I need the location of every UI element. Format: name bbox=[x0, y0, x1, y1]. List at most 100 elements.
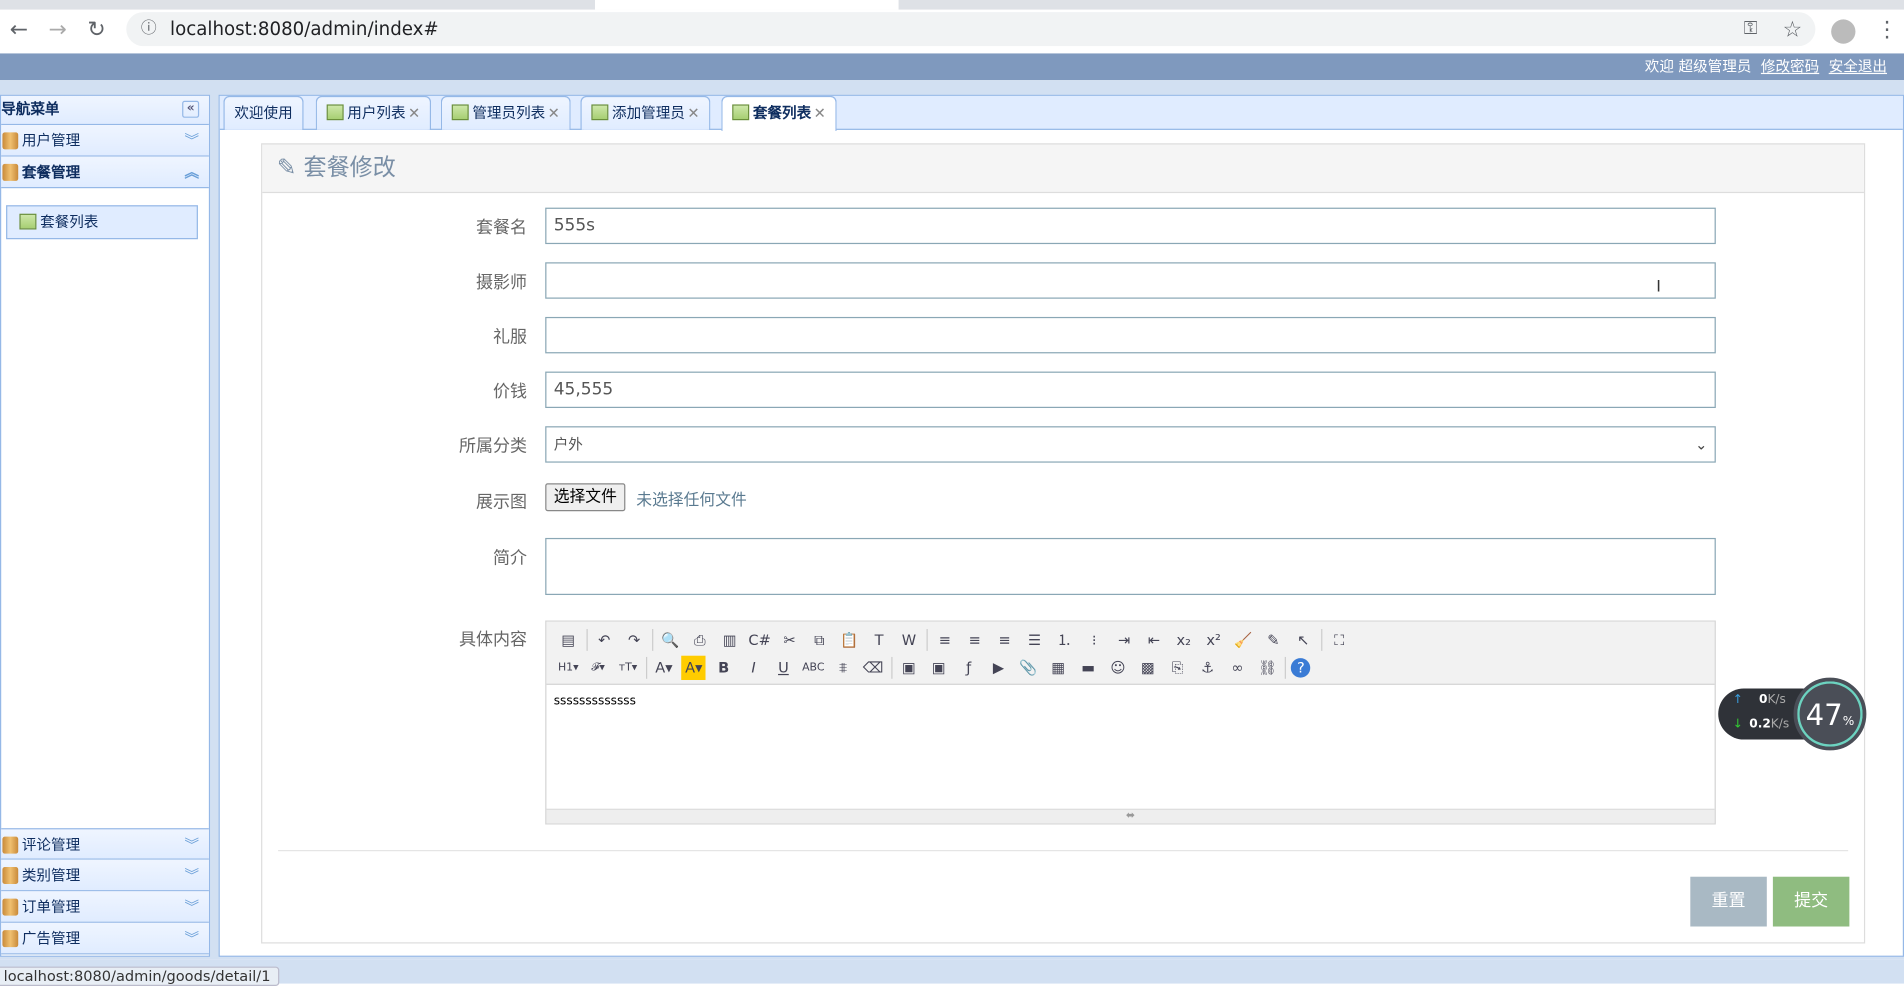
font-family-icon[interactable]: 𝓕▾ bbox=[586, 655, 610, 679]
select-icon[interactable]: ↖ bbox=[1291, 627, 1315, 651]
logout-link[interactable]: 安全退出 bbox=[1829, 58, 1887, 75]
unlink-icon[interactable]: ⛓ bbox=[1255, 655, 1279, 679]
align-left-icon[interactable]: ≡ bbox=[933, 627, 957, 651]
resize-handle[interactable]: ⬌ bbox=[546, 808, 1715, 824]
forward-icon[interactable]: → bbox=[49, 17, 67, 43]
sidebar-group-order[interactable]: 订单管理 ︾ bbox=[1, 891, 209, 923]
underline-icon[interactable]: U bbox=[771, 655, 795, 679]
reload-icon[interactable]: ↻ bbox=[87, 17, 105, 43]
redo-icon[interactable]: ↷ bbox=[622, 627, 646, 651]
italic-icon[interactable]: I bbox=[741, 655, 765, 679]
intro-textarea[interactable] bbox=[545, 537, 1716, 596]
change-password-link[interactable]: 修改密码 bbox=[1761, 58, 1819, 75]
highlight-color-icon[interactable]: A▾ bbox=[681, 655, 706, 680]
strikethrough-icon[interactable]: ABC bbox=[801, 655, 825, 679]
tab-add-admin[interactable]: 添加管理员 ✕ bbox=[580, 95, 711, 130]
undo-icon[interactable]: ↶ bbox=[592, 627, 616, 651]
flash-icon[interactable]: ƒ bbox=[957, 655, 981, 679]
anchor-icon[interactable]: ⚓ bbox=[1195, 655, 1219, 679]
sidebar-group-category[interactable]: 类别管理 ︾ bbox=[1, 859, 209, 892]
tab-welcome[interactable]: 欢迎使用 bbox=[223, 95, 304, 130]
line-height-icon[interactable]: ⩨ bbox=[831, 655, 855, 679]
close-icon[interactable]: ✕ bbox=[814, 104, 826, 121]
paste-text-icon[interactable]: T bbox=[867, 627, 891, 651]
sidebar-item-package-list[interactable]: 套餐列表 bbox=[6, 205, 198, 240]
cpu-gauge: 47% bbox=[1793, 677, 1867, 751]
name-input[interactable]: 555s bbox=[545, 207, 1716, 245]
about-icon[interactable]: ? bbox=[1291, 657, 1311, 677]
code-icon[interactable]: C# bbox=[747, 627, 771, 651]
font-size-icon[interactable]: тT▾ bbox=[616, 655, 640, 679]
align-right-icon[interactable]: ≡ bbox=[992, 627, 1016, 651]
photographer-input[interactable] bbox=[545, 262, 1716, 299]
justify-icon[interactable]: ☰ bbox=[1022, 627, 1046, 651]
pagebreak-icon[interactable]: ⎘ bbox=[1166, 655, 1190, 679]
sidebar-group-ad[interactable]: 广告管理 ︾ bbox=[1, 922, 209, 955]
clear-format-icon[interactable]: 🧹 bbox=[1231, 627, 1255, 651]
category-select[interactable]: 户外 ⌄ bbox=[545, 426, 1716, 463]
edit-icon: ✎ bbox=[276, 154, 297, 181]
sidebar-group-comment[interactable]: 评论管理 ︾ bbox=[1, 828, 209, 860]
close-icon[interactable]: ✕ bbox=[687, 104, 699, 121]
group-label: 广告管理 bbox=[21, 930, 81, 948]
table-icon bbox=[19, 213, 37, 230]
percent-sign: % bbox=[1842, 715, 1855, 729]
text-color-icon[interactable]: A▾ bbox=[652, 655, 676, 679]
copy-icon[interactable]: ⧉ bbox=[807, 627, 831, 651]
key-icon[interactable]: ⚿ bbox=[1744, 17, 1758, 39]
tab-admin-list[interactable]: 管理员列表 ✕ bbox=[440, 95, 571, 130]
ordered-list-icon[interactable]: ⒈ bbox=[1052, 627, 1076, 651]
text-cursor-icon: I bbox=[1656, 278, 1661, 297]
reset-button[interactable]: 重置 bbox=[1690, 876, 1767, 927]
tab-package-list[interactable]: 套餐列表 ✕ bbox=[721, 95, 837, 132]
menu-icon[interactable]: ⋮ bbox=[1876, 17, 1898, 43]
emoticon-icon[interactable]: ☺ bbox=[1106, 655, 1130, 679]
choose-file-button[interactable]: 选择文件 bbox=[545, 483, 626, 512]
image-icon[interactable]: ▣ bbox=[897, 655, 921, 679]
paste-word-icon[interactable]: W bbox=[897, 627, 921, 651]
superscript-icon[interactable]: x² bbox=[1202, 627, 1226, 651]
outdent-icon[interactable]: ⇤ bbox=[1142, 627, 1166, 651]
indent-icon[interactable]: ⇥ bbox=[1112, 627, 1136, 651]
bold-icon[interactable]: B bbox=[712, 655, 736, 679]
unordered-list-icon[interactable]: ⁝ bbox=[1082, 627, 1106, 651]
cut-icon[interactable]: ✂ bbox=[777, 627, 801, 651]
star-icon[interactable]: ☆ bbox=[1783, 17, 1803, 43]
horizontal-rule-icon[interactable]: ▬ bbox=[1076, 655, 1100, 679]
tab-user-list[interactable]: 用户列表 ✕ bbox=[315, 95, 432, 130]
back-icon[interactable]: ← bbox=[10, 17, 28, 43]
toolbar-separator bbox=[645, 656, 647, 679]
template-icon[interactable]: ▥ bbox=[718, 627, 742, 651]
media-icon[interactable]: ▶ bbox=[986, 655, 1010, 679]
sidebar-group-user[interactable]: 用户管理 ︾ bbox=[1, 125, 209, 157]
sidebar-group-package[interactable]: 套餐管理 ︽ bbox=[1, 156, 209, 189]
align-center-icon[interactable]: ≡ bbox=[963, 627, 987, 651]
select-all-icon[interactable]: ✎ bbox=[1261, 627, 1285, 651]
close-icon[interactable]: ✕ bbox=[548, 104, 560, 121]
table-icon[interactable]: ▦ bbox=[1046, 655, 1070, 679]
dress-input[interactable] bbox=[545, 316, 1716, 354]
multi-image-icon[interactable]: ▣ bbox=[927, 655, 951, 679]
profile-icon[interactable] bbox=[1831, 19, 1856, 44]
collapse-icon[interactable]: « bbox=[182, 100, 200, 118]
heading-icon[interactable]: H1▾ bbox=[556, 655, 580, 679]
download-speed: 0.2 bbox=[1749, 717, 1771, 732]
map-icon[interactable]: ▩ bbox=[1136, 655, 1160, 679]
fullscreen-icon[interactable]: ⛶ bbox=[1327, 627, 1351, 651]
attachment-icon[interactable]: 📎 bbox=[1016, 655, 1040, 679]
network-speed-widget[interactable]: ↑ 0K/s ↓ 0.2K/s 47% bbox=[1718, 677, 1867, 753]
remove-format-icon[interactable]: ⌫ bbox=[861, 655, 885, 679]
source-icon[interactable]: ▤ bbox=[556, 627, 580, 651]
print-icon[interactable]: ⎙ bbox=[688, 627, 712, 651]
address-bar[interactable]: ⓘ localhost:8080/admin/index# bbox=[126, 12, 1816, 47]
paste-icon[interactable]: 📋 bbox=[837, 627, 861, 651]
submit-button[interactable]: 提交 bbox=[1772, 876, 1850, 927]
info-icon[interactable]: ⓘ bbox=[141, 12, 157, 46]
price-input[interactable]: 45,555 bbox=[545, 371, 1716, 409]
close-icon[interactable]: ✕ bbox=[408, 104, 420, 121]
editor-content[interactable]: sssssssssssss bbox=[546, 685, 1714, 718]
preview-icon[interactable]: 🔍 bbox=[658, 627, 682, 651]
link-icon[interactable]: ∞ bbox=[1225, 655, 1249, 679]
subscript-icon[interactable]: x₂ bbox=[1172, 627, 1196, 651]
group-label: 评论管理 bbox=[21, 836, 81, 854]
